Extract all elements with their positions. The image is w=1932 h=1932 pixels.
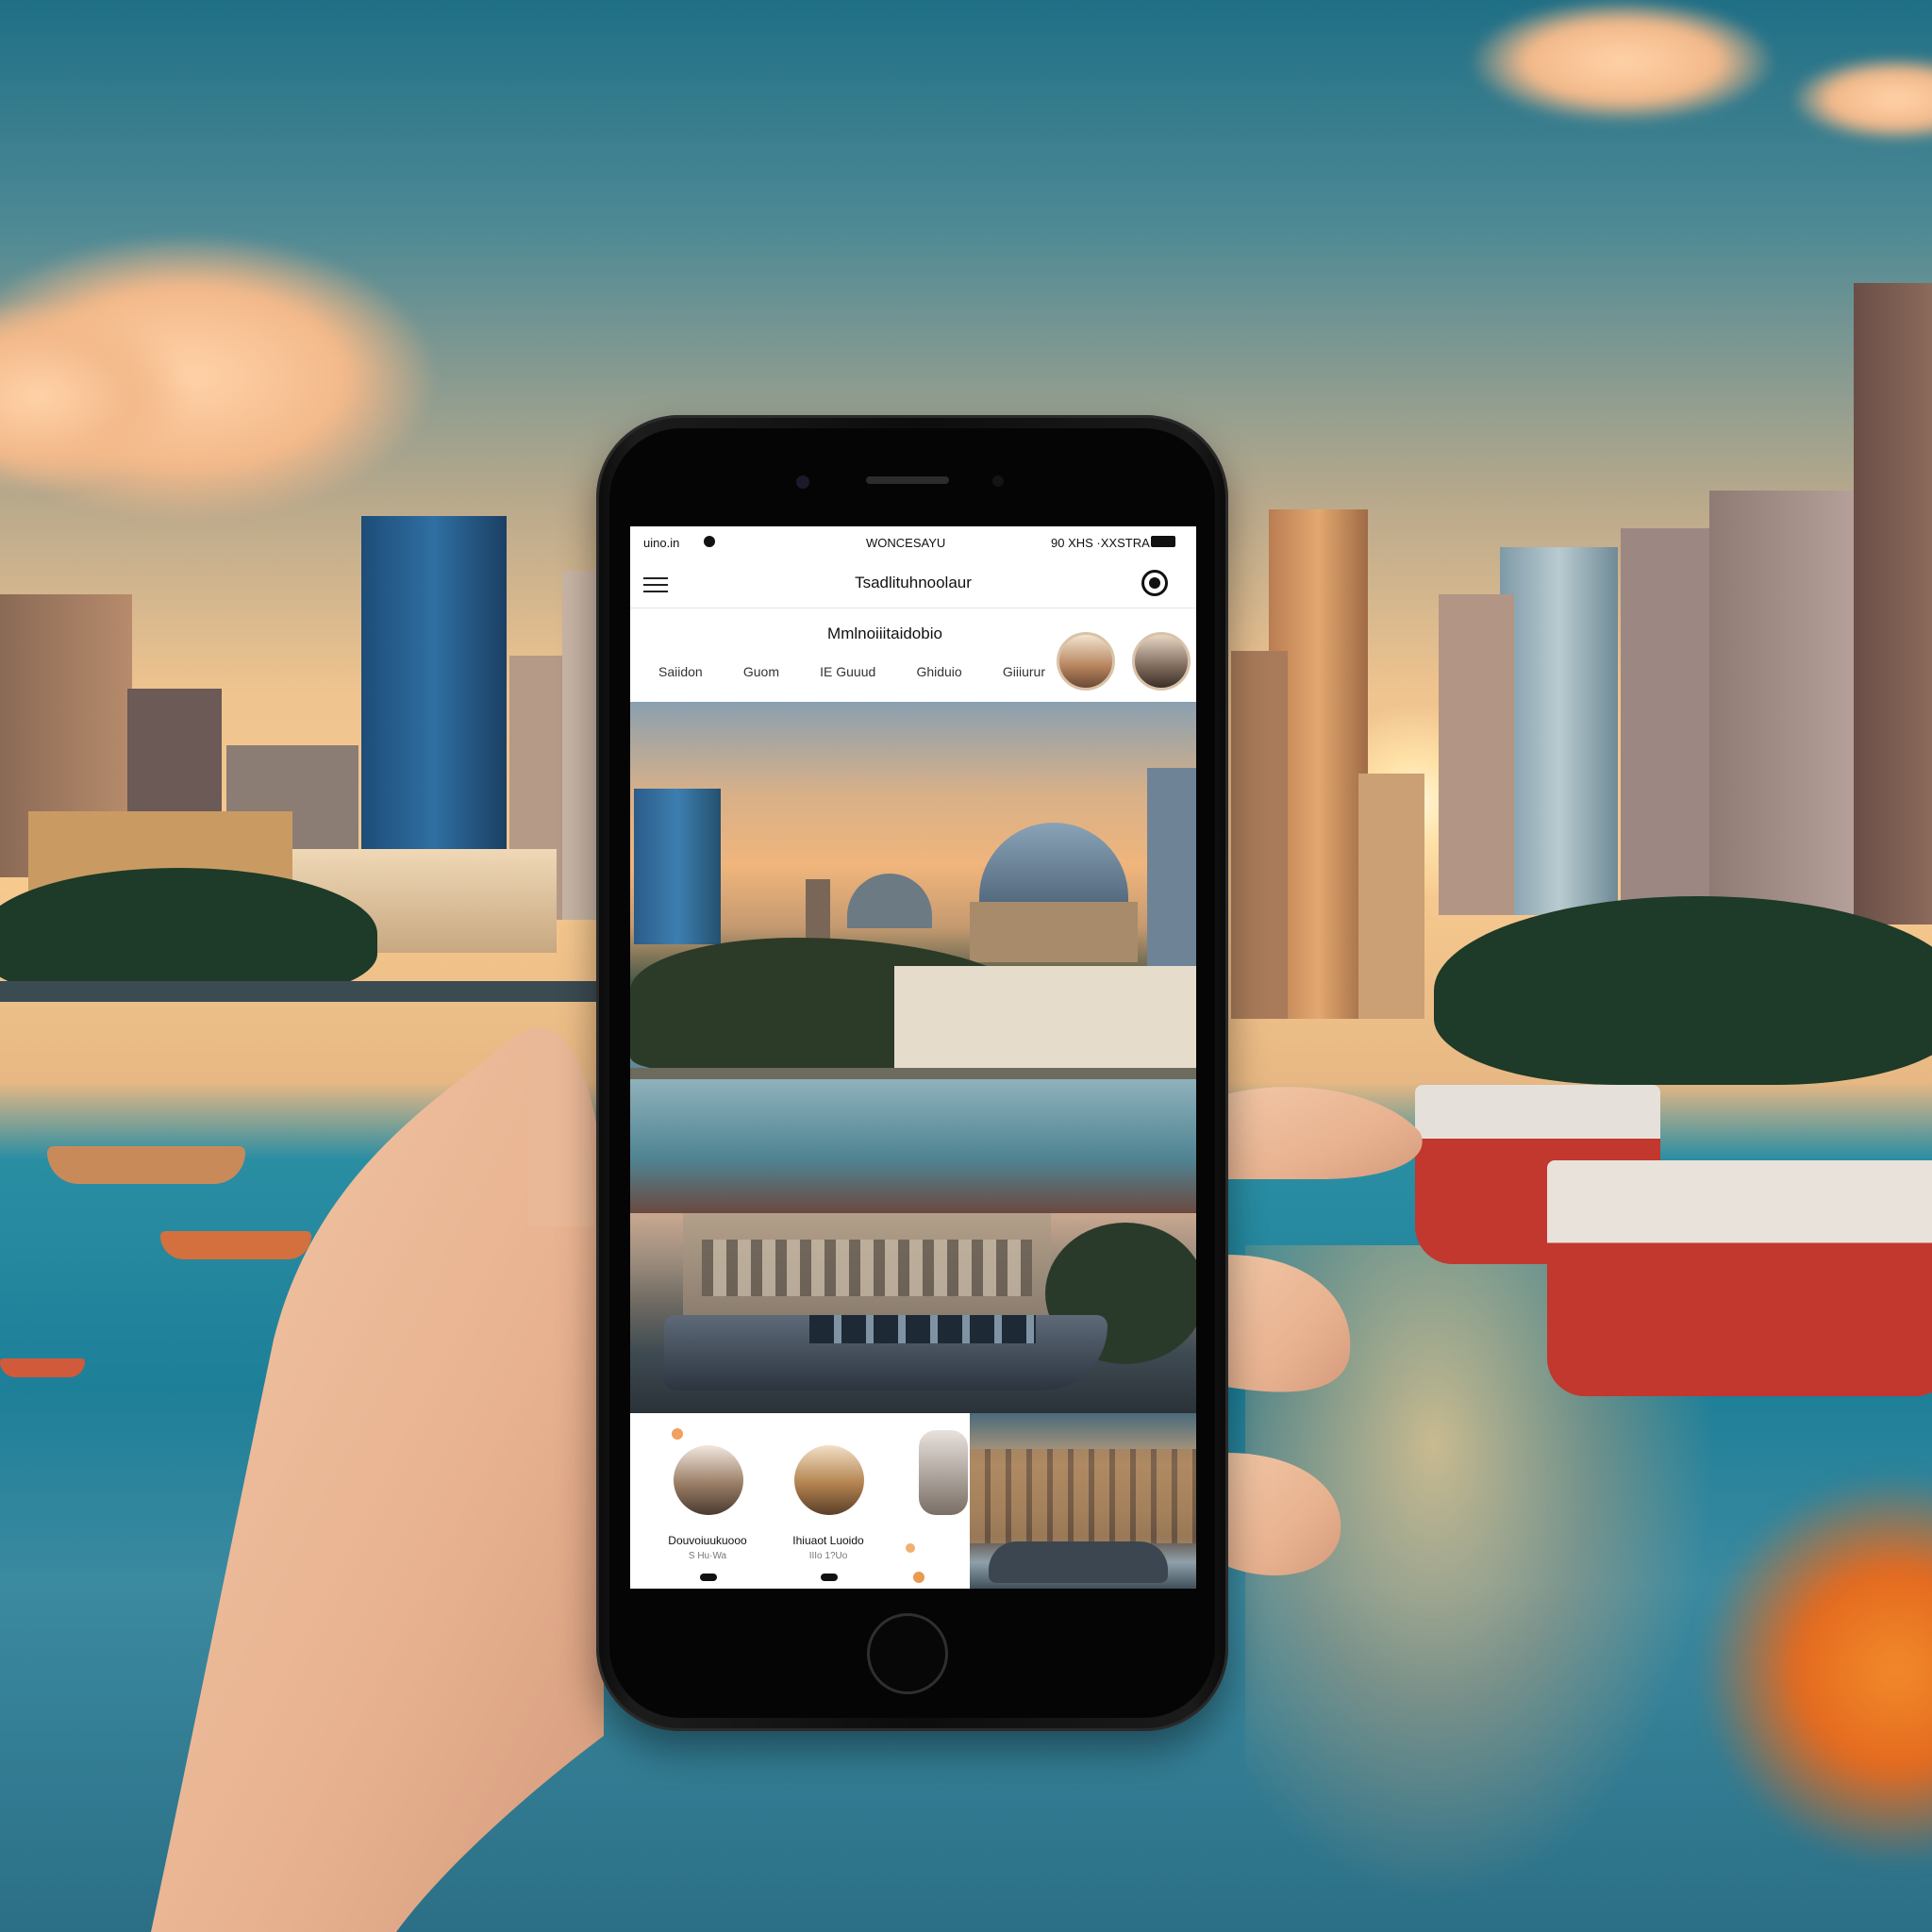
destination-card[interactable]: Ihiuaot Luoido IIIo 1?Uo <box>753 1413 894 1589</box>
proximity-sensor <box>992 475 1004 487</box>
photo-harbor-boat[interactable] <box>630 1213 1196 1413</box>
app-title: Tsadlituhnoolaur <box>855 574 972 591</box>
tab-item[interactable]: Giiiurur <box>1003 664 1045 685</box>
section-title: Mmlnoiiitaidobio <box>827 625 942 642</box>
photo-tower <box>634 789 721 944</box>
tab-item[interactable]: Saiidon <box>658 664 703 685</box>
tab-item[interactable]: Ghiduio <box>916 664 961 685</box>
avatar[interactable] <box>919 1430 968 1515</box>
card-thumbnail <box>794 1445 864 1515</box>
tab-item[interactable]: Guom <box>743 664 779 685</box>
photo-windows <box>702 1240 1032 1296</box>
status-center-text: WONCESAYU <box>866 536 946 550</box>
photo-boat-cabin <box>809 1315 1036 1343</box>
photo-small-dome <box>847 874 932 928</box>
profile-icon[interactable] <box>1141 570 1168 596</box>
photo-car <box>989 1541 1168 1583</box>
earpiece-speaker <box>866 476 949 484</box>
photo-wall <box>894 966 1196 1070</box>
status-bar: uino.in WONCESAYU 90 XHS ·XXSTRA <box>630 526 1196 558</box>
destination-cards: Douvoiuukuooo S Hu·Wa Ihiuaot Luoido III… <box>630 1413 1196 1589</box>
photo-shore <box>630 1068 1196 1079</box>
photo-street-car[interactable] <box>970 1413 1196 1589</box>
home-button[interactable] <box>867 1613 948 1694</box>
app-header: Tsadlituhnoolaur <box>630 558 1196 608</box>
photo-water <box>630 1079 1196 1213</box>
card-title: Ihiuaot Luoido <box>792 1534 864 1547</box>
front-camera-icon <box>796 475 809 489</box>
story-avatar[interactable] <box>1132 632 1191 691</box>
glasses-icon <box>700 1574 717 1581</box>
card-meta: IIIo 1?Uo <box>808 1551 848 1561</box>
tab-item[interactable]: IE Guuud <box>820 664 875 685</box>
record-dot-icon <box>704 536 715 547</box>
status-right-text: 90 XHS ·XXSTRA <box>1051 536 1150 550</box>
featured-photo-mosque[interactable] <box>630 702 1196 1213</box>
ring-icon <box>821 1574 838 1581</box>
photo-facade <box>970 1449 1196 1543</box>
battery-icon <box>1151 536 1175 547</box>
flame-icon <box>906 1543 915 1553</box>
card-thumbnail <box>674 1445 743 1515</box>
status-carrier: uino.in <box>643 536 680 550</box>
flame-icon <box>913 1572 924 1583</box>
photo-dome-base <box>970 902 1138 962</box>
photo-building <box>1147 768 1196 985</box>
photo-dome <box>979 823 1128 909</box>
story-avatar[interactable] <box>1057 632 1115 691</box>
app-screen: uino.in WONCESAYU 90 XHS ·XXSTRA Tsadlit… <box>630 526 1196 1589</box>
category-tabs: Saiidon Guom IE Guuud Ghiduio Giiiurur <box>658 664 1045 685</box>
